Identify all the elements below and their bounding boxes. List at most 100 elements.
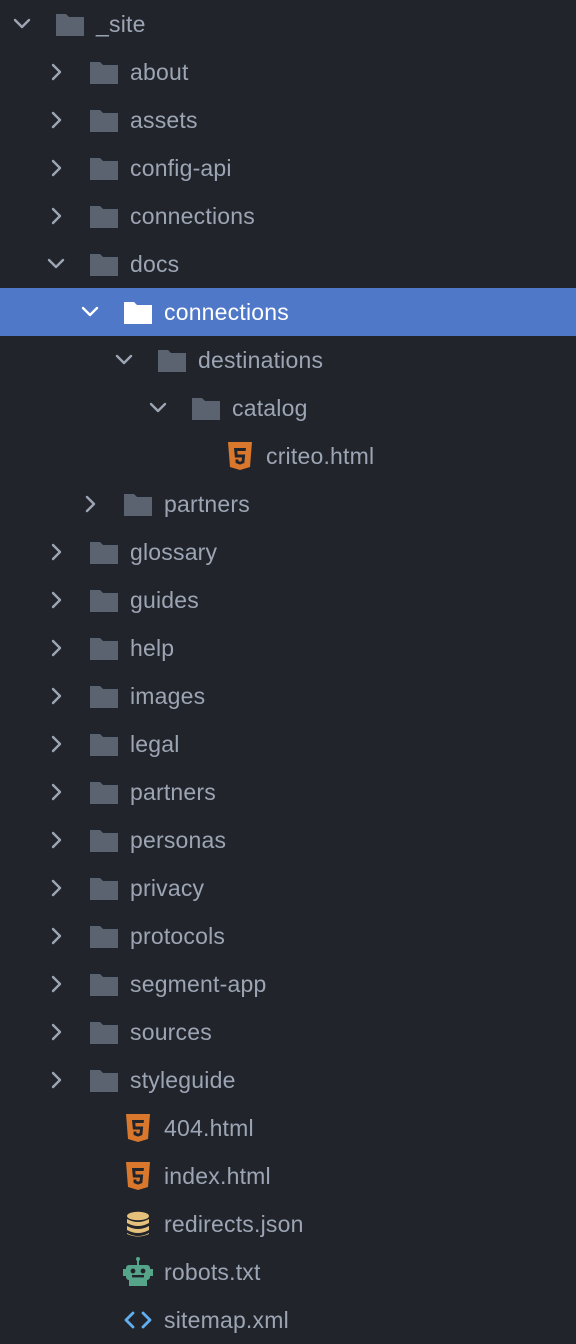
chevron-right-icon[interactable] [44, 780, 68, 804]
chevron-right-icon[interactable] [44, 732, 68, 756]
folder-icon [88, 776, 120, 808]
tree-item-label: assets [130, 107, 198, 133]
folder-icon [88, 104, 120, 136]
robot-icon [122, 1256, 154, 1288]
tree-folder-row[interactable]: config-api [0, 144, 576, 192]
tree-item-label: help [130, 635, 175, 661]
chevron-right-icon[interactable] [44, 684, 68, 708]
chevron-right-icon[interactable] [44, 204, 68, 228]
chevron-right-icon[interactable] [44, 60, 68, 84]
tree-item-label: destinations [198, 347, 324, 373]
tree-item-label: segment-app [130, 971, 267, 997]
folder-icon [88, 680, 120, 712]
tree-folder-row[interactable]: destinations [0, 336, 576, 384]
tree-file-row[interactable]: redirects.json [0, 1200, 576, 1248]
tree-folder-row[interactable]: images [0, 672, 576, 720]
tree-folder-row[interactable]: connections [0, 288, 576, 336]
tree-item-label: protocols [130, 923, 226, 949]
tree-item-label: _site [96, 11, 146, 37]
html5-icon [224, 440, 256, 472]
tree-folder-row[interactable]: docs [0, 240, 576, 288]
chevron-right-icon[interactable] [44, 540, 68, 564]
folder-icon [88, 920, 120, 952]
folder-icon [88, 1064, 120, 1096]
chevron-right-icon[interactable] [44, 588, 68, 612]
tree-folder-row[interactable]: _site [0, 0, 576, 48]
chevron-right-icon[interactable] [44, 972, 68, 996]
tree-item-label: robots.txt [164, 1259, 261, 1285]
tree-item-label: connections [164, 299, 289, 325]
tree-folder-row[interactable]: connections [0, 192, 576, 240]
folder-icon [88, 728, 120, 760]
tree-folder-row[interactable]: legal [0, 720, 576, 768]
folder-icon [122, 296, 154, 328]
tree-item-label: partners [164, 491, 250, 517]
tree-folder-row[interactable]: catalog [0, 384, 576, 432]
tree-file-row[interactable]: index.html [0, 1152, 576, 1200]
tree-folder-row[interactable]: guides [0, 576, 576, 624]
tree-item-label: styleguide [130, 1067, 236, 1093]
chevron-right-icon[interactable] [44, 108, 68, 132]
chevron-down-icon[interactable] [10, 12, 34, 36]
chevron-down-icon[interactable] [146, 396, 170, 420]
folder-icon [88, 584, 120, 616]
tree-folder-row[interactable]: segment-app [0, 960, 576, 1008]
code-icon [122, 1304, 154, 1336]
folder-icon [122, 488, 154, 520]
tree-folder-row[interactable]: partners [0, 768, 576, 816]
folder-icon [88, 200, 120, 232]
tree-item-label: legal [130, 731, 180, 757]
tree-file-row[interactable]: sitemap.xml [0, 1296, 576, 1344]
tree-file-row[interactable]: 404.html [0, 1104, 576, 1152]
tree-item-label: glossary [130, 539, 218, 565]
chevron-right-icon[interactable] [44, 828, 68, 852]
tree-folder-row[interactable]: about [0, 48, 576, 96]
chevron-down-icon[interactable] [78, 300, 102, 324]
chevron-right-icon[interactable] [44, 924, 68, 948]
folder-icon [156, 344, 188, 376]
folder-icon [88, 872, 120, 904]
tree-item-label: sitemap.xml [164, 1307, 289, 1333]
folder-icon [88, 152, 120, 184]
chevron-right-icon[interactable] [44, 636, 68, 660]
chevron-right-icon[interactable] [44, 1068, 68, 1092]
tree-folder-row[interactable]: styleguide [0, 1056, 576, 1104]
tree-folder-row[interactable]: sources [0, 1008, 576, 1056]
tree-folder-row[interactable]: assets [0, 96, 576, 144]
tree-item-label: catalog [232, 395, 308, 421]
folder-icon [88, 824, 120, 856]
chevron-right-icon[interactable] [78, 492, 102, 516]
chevron-right-icon[interactable] [44, 156, 68, 180]
tree-item-label: privacy [130, 875, 205, 901]
folder-icon [88, 248, 120, 280]
tree-item-label: sources [130, 1019, 212, 1045]
tree-item-label: criteo.html [266, 443, 375, 469]
tree-item-label: config-api [130, 155, 232, 181]
tree-file-row[interactable]: robots.txt [0, 1248, 576, 1296]
folder-icon [88, 536, 120, 568]
folder-icon [88, 968, 120, 1000]
html5-icon [122, 1160, 154, 1192]
tree-folder-row[interactable]: help [0, 624, 576, 672]
chevron-down-icon[interactable] [112, 348, 136, 372]
chevron-right-icon[interactable] [44, 876, 68, 900]
tree-item-label: index.html [164, 1163, 271, 1189]
tree-item-label: about [130, 59, 189, 85]
chevron-down-icon[interactable] [44, 252, 68, 276]
tree-item-label: connections [130, 203, 255, 229]
tree-item-label: images [130, 683, 206, 709]
folder-icon [54, 8, 86, 40]
tree-folder-row[interactable]: protocols [0, 912, 576, 960]
tree-folder-row[interactable]: partners [0, 480, 576, 528]
folder-icon [88, 1016, 120, 1048]
tree-file-row[interactable]: criteo.html [0, 432, 576, 480]
tree-item-label: partners [130, 779, 216, 805]
html5-icon [122, 1112, 154, 1144]
chevron-right-icon[interactable] [44, 1020, 68, 1044]
tree-folder-row[interactable]: personas [0, 816, 576, 864]
folder-icon [190, 392, 222, 424]
tree-folder-row[interactable]: glossary [0, 528, 576, 576]
tree-folder-row[interactable]: privacy [0, 864, 576, 912]
tree-item-label: guides [130, 587, 199, 613]
tree-item-label: 404.html [164, 1115, 254, 1141]
